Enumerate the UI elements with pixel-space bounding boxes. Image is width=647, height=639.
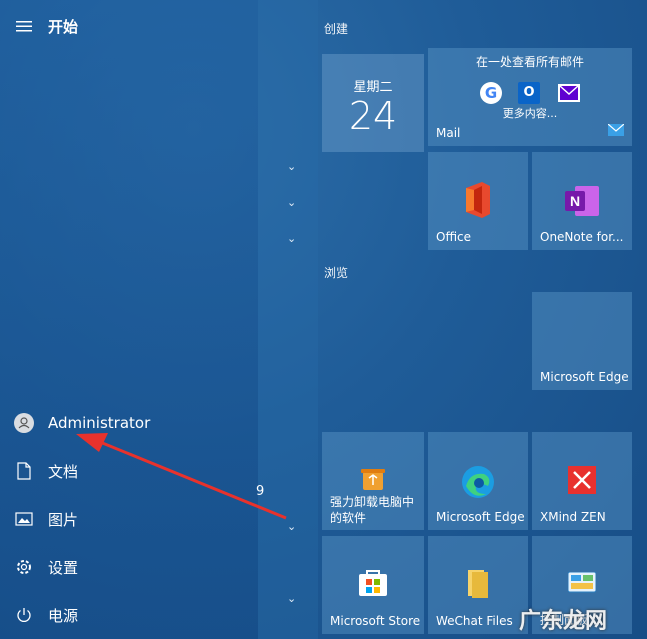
svg-text:N: N (570, 193, 580, 209)
store-tile[interactable]: Microsoft Store (322, 536, 424, 634)
uninstaller-label: 强力卸载电脑中 的软件 (330, 494, 414, 526)
edge-icon (460, 464, 496, 504)
mail-more: 更多内容... (502, 107, 558, 120)
onenote-icon: N (565, 186, 599, 220)
edge-browse-label: Microsoft Edge (540, 370, 629, 384)
xmind-label: XMind ZEN (540, 510, 606, 524)
chevron-down-icon[interactable]: ⌄ (287, 196, 296, 209)
recycle-bin-icon (360, 466, 386, 496)
user-name: Administrator (48, 414, 151, 432)
outlook-icon: O (518, 82, 540, 104)
documents-item[interactable]: 文档 (0, 451, 258, 491)
calendar-tile[interactable]: 星期二 24 (322, 54, 424, 152)
power-label: 电源 (48, 606, 79, 625)
hamburger-menu-icon[interactable] (0, 20, 48, 32)
settings-label: 设置 (48, 558, 79, 577)
document-icon (0, 462, 48, 480)
xmind-icon (568, 466, 596, 498)
yahoo-mail-icon (558, 84, 580, 102)
folder-icon (466, 570, 488, 602)
office-tile[interactable]: Office (428, 152, 528, 250)
group-label-browse[interactable]: 浏览 (324, 264, 348, 281)
app-list-jump-letter[interactable]: 9 (256, 484, 264, 499)
mail-label: Mail (436, 126, 461, 140)
app-list-strip[interactable] (258, 0, 318, 639)
watermark-text: 广东龙网 (518, 608, 607, 634)
control-panel-icon (567, 571, 597, 600)
picture-icon (0, 512, 48, 526)
calendar-weekday: 星期二 (353, 80, 393, 95)
user-avatar-icon (0, 413, 48, 433)
wechat-files-label: WeChat Files (436, 614, 513, 628)
office-label: Office (436, 230, 472, 244)
documents-label: 文档 (48, 462, 79, 481)
chevron-down-icon[interactable]: ⌄ (287, 592, 296, 605)
user-account-item[interactable]: Administrator (0, 403, 258, 443)
start-title: 开始 (48, 17, 79, 36)
edge-tile[interactable]: Microsoft Edge (428, 432, 528, 530)
store-icon (358, 568, 388, 602)
settings-item[interactable]: 设置 (0, 547, 258, 587)
edge-browse-tile[interactable]: Microsoft Edge (532, 292, 632, 390)
google-icon: G (480, 82, 502, 104)
wechat-files-tile[interactable]: WeChat Files (428, 536, 528, 634)
onenote-tile[interactable]: N OneNote for... (532, 152, 632, 250)
start-left-pane: 开始 Administrator 文档 图片 设置 电源 (0, 0, 258, 639)
group-label-create[interactable]: 创建 (324, 20, 348, 37)
pictures-item[interactable]: 图片 (0, 499, 258, 539)
chevron-down-icon[interactable]: ⌄ (287, 520, 296, 533)
uninstaller-label-line2: 的软件 (330, 511, 367, 525)
mail-headline: 在一处查看所有邮件 (475, 55, 584, 69)
onenote-label: OneNote for... (540, 230, 624, 244)
envelope-icon (607, 121, 625, 140)
pictures-label: 图片 (48, 510, 79, 529)
office-icon (462, 182, 494, 222)
edge-label: Microsoft Edge (436, 510, 525, 524)
power-icon (0, 606, 48, 624)
uninstaller-tile[interactable]: 强力卸载电脑中 的软件 (322, 432, 424, 530)
xmind-tile[interactable]: XMind ZEN (532, 432, 632, 530)
gear-icon (0, 558, 48, 576)
power-item[interactable]: 电源 (0, 595, 258, 635)
start-menu-header[interactable]: 开始 (0, 6, 258, 46)
mail-tile[interactable]: 在一处查看所有邮件 G O 更多内容... Mail (428, 48, 632, 146)
chevron-down-icon[interactable]: ⌄ (287, 232, 296, 245)
calendar-day: 24 (348, 94, 398, 138)
store-label: Microsoft Store (330, 614, 421, 628)
uninstaller-label-line1: 强力卸载电脑中 (330, 495, 415, 509)
chevron-down-icon[interactable]: ⌄ (287, 160, 296, 173)
